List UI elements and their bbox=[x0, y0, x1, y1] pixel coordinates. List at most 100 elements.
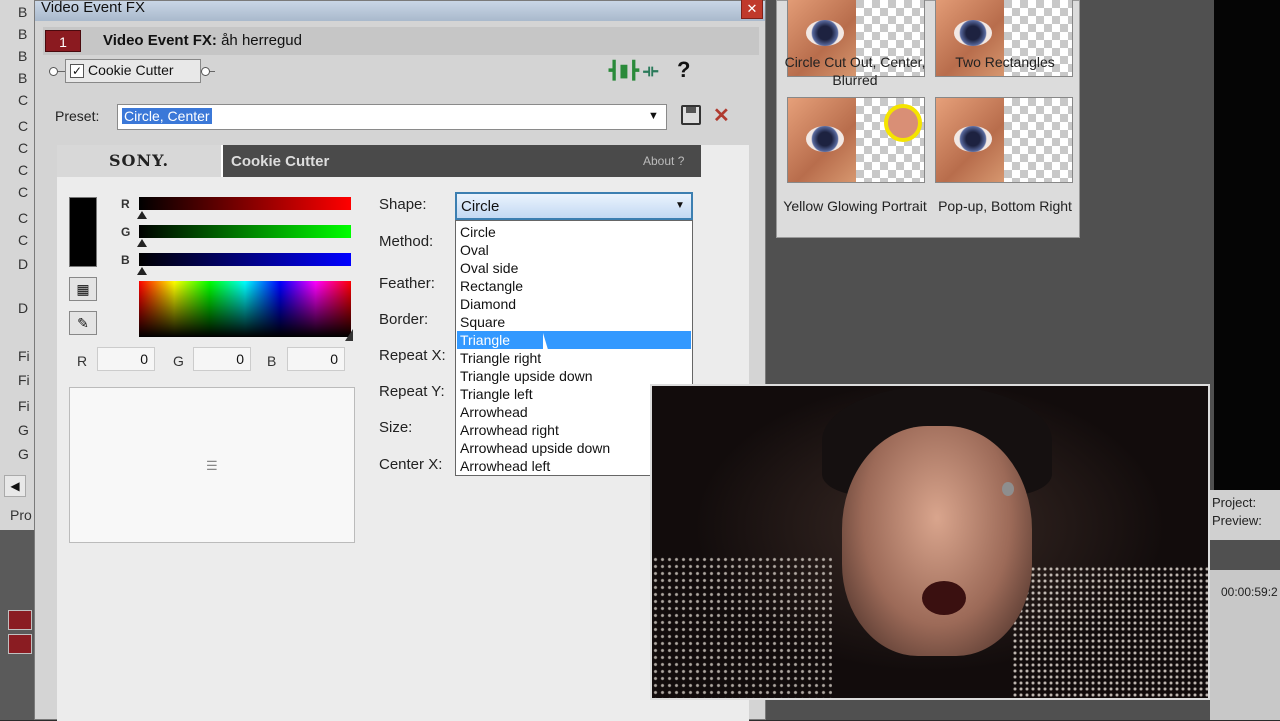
g-slider[interactable] bbox=[139, 225, 351, 238]
preview-info-label: Preview: bbox=[1212, 513, 1262, 528]
fx-title: Video Event FX: åh herregud bbox=[103, 32, 302, 49]
preset-label: Preset: bbox=[55, 108, 100, 124]
r-slider[interactable] bbox=[139, 197, 351, 210]
fx-badge[interactable]: 1 bbox=[45, 30, 81, 52]
preset-label[interactable]: Two Rectangles bbox=[931, 53, 1079, 71]
dialog-titlebar[interactable]: Video Event FX ✕ bbox=[35, 0, 765, 21]
plugin-panel: SONY. Cookie Cutter About ? R G B ▦ ✎ R … bbox=[57, 145, 749, 721]
track-header[interactable] bbox=[8, 634, 32, 654]
host-list-item[interactable]: Fi bbox=[18, 372, 30, 388]
host-list-item[interactable]: D bbox=[18, 300, 28, 316]
method-label: Method: bbox=[379, 233, 434, 250]
scroll-left-arrow-icon[interactable]: ◀ bbox=[4, 475, 26, 497]
shape-option-highlighted[interactable]: Triangle bbox=[457, 331, 691, 349]
shape-option[interactable]: Rectangle bbox=[457, 277, 691, 295]
list-icon: ☰ bbox=[206, 458, 218, 473]
plugin-header-band: SONY. Cookie Cutter About ? bbox=[57, 145, 701, 177]
g-slider-label: G bbox=[121, 225, 131, 239]
shape-selected-value: Circle bbox=[461, 198, 500, 215]
eyedropper-icon[interactable]: ✎ bbox=[69, 311, 97, 335]
fx-event-name: åh herregud bbox=[221, 32, 302, 49]
color-palette-icon[interactable]: ▦ bbox=[69, 277, 97, 301]
timeline-timecode: 00:00:59:2 bbox=[1221, 585, 1278, 599]
host-list-item[interactable]: B bbox=[18, 70, 27, 86]
shape-option[interactable]: Circle bbox=[457, 223, 691, 241]
host-list-item[interactable]: C bbox=[18, 118, 28, 134]
r-slider-thumb[interactable] bbox=[137, 211, 147, 219]
preset-thumbnail[interactable] bbox=[935, 97, 1073, 183]
host-list-item[interactable]: C bbox=[18, 184, 28, 200]
host-list-item[interactable]: G bbox=[18, 446, 29, 462]
host-list-item[interactable]: D bbox=[18, 256, 28, 272]
delete-preset-icon[interactable]: ✕ bbox=[713, 103, 730, 128]
shape-option[interactable]: Diamond bbox=[457, 295, 691, 313]
shape-option[interactable]: Oval side bbox=[457, 259, 691, 277]
yellow-glow-circle bbox=[884, 104, 922, 142]
plugin-chain-item[interactable]: ✓ Cookie Cutter bbox=[65, 59, 201, 83]
host-list-item[interactable]: C bbox=[18, 140, 28, 156]
chevron-down-icon[interactable]: ▼ bbox=[675, 200, 685, 211]
project-tab-label[interactable]: Pro bbox=[10, 507, 32, 523]
shape-option[interactable]: Triangle right bbox=[457, 349, 691, 367]
b-slider[interactable] bbox=[139, 253, 351, 266]
color-swatch[interactable] bbox=[69, 197, 97, 267]
help-icon[interactable]: ? bbox=[677, 57, 690, 83]
preset-label[interactable]: Pop-up, Bottom Right bbox=[931, 197, 1079, 215]
sony-logo: SONY. bbox=[57, 145, 223, 177]
host-list-item[interactable]: B bbox=[18, 48, 27, 64]
r-value-label: R bbox=[77, 353, 88, 369]
shape-option[interactable]: Oval bbox=[457, 241, 691, 259]
host-list-item[interactable]: B bbox=[18, 26, 27, 42]
plugin-chain: ✓ Cookie Cutter ┫▮┣ ⟛ ? bbox=[47, 57, 759, 85]
host-list-item[interactable]: G bbox=[18, 422, 29, 438]
color-spectrum[interactable] bbox=[139, 281, 351, 337]
sparkle-costume-right bbox=[1012, 566, 1208, 698]
performer-earring bbox=[1002, 482, 1014, 496]
preset-combobox[interactable]: Circle, Center ▼ bbox=[117, 104, 667, 130]
border-label: Border: bbox=[379, 311, 429, 328]
r-value-field[interactable]: 0 bbox=[97, 347, 155, 371]
host-preview-black bbox=[1214, 0, 1280, 490]
about-link[interactable]: About ? bbox=[643, 154, 684, 168]
host-list-item[interactable]: Fi bbox=[18, 348, 30, 364]
b-slider-label: B bbox=[121, 253, 130, 267]
repeat-y-label: Repeat Y: bbox=[379, 383, 445, 400]
video-preview-frame bbox=[650, 384, 1210, 700]
host-list-item[interactable]: C bbox=[18, 210, 28, 226]
host-list-item[interactable]: C bbox=[18, 162, 28, 178]
fx-header: 1 Video Event FX: åh herregud bbox=[43, 27, 759, 55]
b-slider-thumb[interactable] bbox=[137, 267, 147, 275]
g-slider-thumb[interactable] bbox=[137, 239, 147, 247]
preset-thumbnail[interactable] bbox=[787, 97, 925, 183]
remove-plugin-icon[interactable]: ⟛ bbox=[643, 61, 658, 81]
track-header[interactable] bbox=[8, 610, 32, 630]
shape-option[interactable]: Triangle upside down bbox=[457, 367, 691, 385]
preset-label[interactable]: Circle Cut Out, Center, Blurred bbox=[781, 53, 929, 89]
chevron-down-icon[interactable]: ▼ bbox=[648, 110, 659, 122]
repeat-x-label: Repeat X: bbox=[379, 347, 446, 364]
mask-preview-area: ☰ bbox=[69, 387, 355, 543]
save-preset-icon[interactable] bbox=[681, 105, 701, 125]
size-label: Size: bbox=[379, 419, 413, 436]
host-list-item[interactable]: C bbox=[18, 92, 28, 108]
shape-option[interactable]: Square bbox=[457, 313, 691, 331]
sparkle-costume-left bbox=[652, 556, 832, 698]
host-list-item[interactable]: C bbox=[18, 232, 28, 248]
plugin-enabled-checkbox[interactable]: ✓ bbox=[70, 64, 84, 78]
plugin-chain-label: Cookie Cutter bbox=[88, 62, 174, 78]
plugin-chain-icon[interactable]: ┫▮┣ bbox=[609, 61, 639, 81]
host-list-item[interactable]: B bbox=[18, 4, 27, 20]
host-list-item[interactable]: Fi bbox=[18, 398, 30, 414]
chain-start-node bbox=[49, 67, 58, 76]
preset-label[interactable]: Yellow Glowing Portrait bbox=[781, 197, 929, 215]
shape-dropdown[interactable]: Circle ▼ bbox=[455, 192, 693, 220]
performer-face bbox=[842, 426, 1032, 656]
preset-value[interactable]: Circle, Center bbox=[122, 108, 212, 124]
b-value-field[interactable]: 0 bbox=[287, 347, 345, 371]
close-button[interactable]: ✕ bbox=[741, 0, 763, 19]
g-value-field[interactable]: 0 bbox=[193, 347, 251, 371]
chain-end-node bbox=[201, 67, 210, 76]
presets-panel: Circle Cut Out, Center, Blurred Two Rect… bbox=[776, 0, 1080, 238]
project-info-label: Project: bbox=[1212, 495, 1257, 510]
project-info: Project: Preview: bbox=[1210, 490, 1280, 540]
